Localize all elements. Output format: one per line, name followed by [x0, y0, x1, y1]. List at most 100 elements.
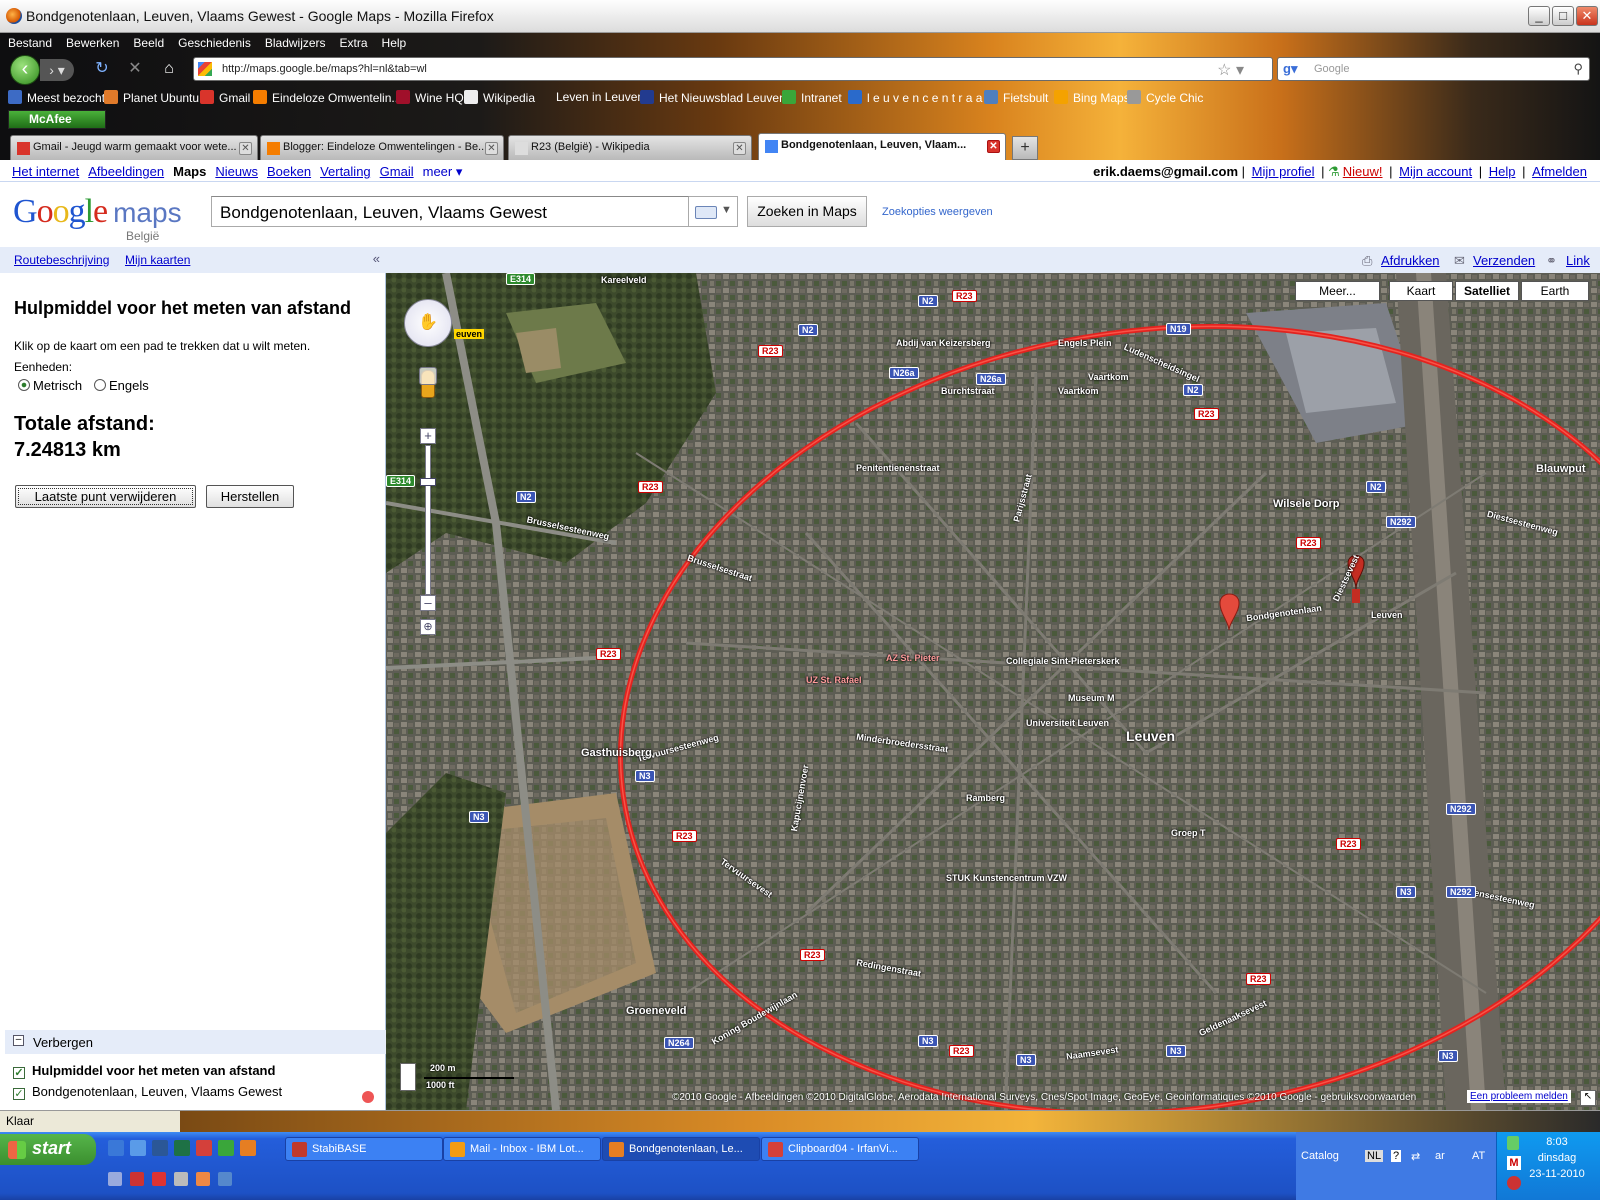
collapse-sidebar-icon[interactable]: «: [373, 251, 380, 266]
task-firefox[interactable]: Bondgenotenlaan, Le...: [602, 1137, 760, 1161]
gbar-het-internet[interactable]: Het internet: [12, 164, 79, 179]
zoom-in-button[interactable]: +: [420, 428, 436, 444]
report-problem-link[interactable]: Een probleem melden: [1467, 1090, 1571, 1103]
maximize-button[interactable]: □: [1552, 6, 1574, 26]
gbar-gmail[interactable]: Gmail: [380, 164, 414, 179]
new-tab-button[interactable]: +: [1012, 136, 1038, 160]
close-button[interactable]: ✕: [1576, 6, 1598, 26]
bookmark-star-icon[interactable]: ☆ ▾: [1217, 60, 1244, 80]
menu-beeld[interactable]: Beeld: [125, 33, 170, 50]
map-type-kaart[interactable]: Kaart: [1389, 281, 1453, 301]
input-mode-indicator[interactable]: AT: [1472, 1150, 1485, 1162]
link-icon[interactable]: ⚭: [1546, 253, 1557, 269]
close-tab-icon[interactable]: ✕: [485, 142, 498, 155]
keyboard-selector[interactable]: ▼: [689, 196, 738, 227]
start-button[interactable]: start: [0, 1134, 96, 1165]
satellite-map[interactable]: Kareelveld Abdij van Keizersberg Engels …: [386, 273, 1600, 1110]
bookmark-nieuwsblad[interactable]: Het Nieuwsblad Leuven: [640, 90, 786, 105]
google-search-icon[interactable]: g▾: [1283, 61, 1297, 77]
radio-engels[interactable]: Engels: [94, 378, 149, 393]
zoom-box-icon[interactable]: ⊕: [420, 619, 436, 635]
map-type-earth[interactable]: Earth: [1521, 281, 1589, 301]
gbar-afbeeldingen[interactable]: Afbeeldingen: [88, 164, 164, 179]
close-tab-icon[interactable]: ✕: [239, 142, 252, 155]
search-bar[interactable]: g▾ Google ⚲: [1277, 57, 1590, 81]
tool-icon[interactable]: [196, 1172, 210, 1186]
link-help[interactable]: Help: [1489, 164, 1516, 179]
gbar-meer[interactable]: meer ▾: [423, 164, 463, 179]
tab-gmail[interactable]: Gmail - Jeugd warm gemaakt voor wete... ✕: [10, 135, 258, 160]
layer-bondgenotenlaan[interactable]: ✓ Bondgenotenlaan, Leuven, Vlaams Gewest: [13, 1084, 282, 1100]
tool-icon[interactable]: [152, 1172, 166, 1186]
link-nieuw[interactable]: Nieuw!: [1343, 164, 1383, 179]
link-mijn-profiel[interactable]: Mijn profiel: [1252, 164, 1315, 179]
menu-geschiedenis[interactable]: Geschiedenis: [170, 33, 257, 50]
menu-extra[interactable]: Extra: [332, 33, 374, 50]
excel-icon[interactable]: [174, 1140, 190, 1156]
task-lotus-mail[interactable]: Mail - Inbox - IBM Lot...: [443, 1137, 601, 1161]
layer-measure-tool[interactable]: ✓ Hulpmiddel voor het meten van afstand: [13, 1063, 275, 1079]
search-options-link[interactable]: Zoekopties weergeven: [882, 206, 993, 218]
link-verzenden[interactable]: Verzenden: [1473, 253, 1535, 268]
tool-icon[interactable]: [218, 1172, 232, 1186]
checkbox-checked-icon[interactable]: ✓: [13, 1088, 25, 1100]
map-type-more[interactable]: Meer...: [1295, 281, 1380, 301]
link-link[interactable]: Link: [1566, 253, 1590, 268]
map-type-satelliet[interactable]: Satelliet: [1455, 281, 1519, 301]
firefox-quicklaunch-icon[interactable]: [240, 1140, 256, 1156]
bookmark-fietsbult[interactable]: Fietsbult: [984, 90, 1048, 105]
task-stabibase[interactable]: StabiBASE: [285, 1137, 443, 1161]
google-maps-logo[interactable]: Google maps België: [13, 193, 182, 243]
search-icon[interactable]: ⚲: [1573, 61, 1583, 77]
tab-wikipedia[interactable]: R23 (België) - Wikipedia ✕: [508, 135, 752, 160]
link-mijn-kaarten[interactable]: Mijn kaarten: [125, 253, 190, 267]
layers-header[interactable]: – Verbergen: [5, 1030, 386, 1054]
bookmark-bing-maps[interactable]: Bing Maps: [1054, 90, 1130, 105]
clock-date[interactable]: 23-11-2010: [1513, 1168, 1600, 1180]
ie-icon[interactable]: [108, 1140, 124, 1156]
keyboard-layout-indicator[interactable]: ar: [1435, 1150, 1445, 1162]
url-bar[interactable]: http://maps.google.be/maps?hl=nl&tab=wl …: [193, 57, 1273, 81]
menu-help[interactable]: Help: [374, 33, 413, 50]
word-icon[interactable]: [152, 1140, 168, 1156]
bookmark-planet-ubuntu[interactable]: Planet Ubuntu: [104, 90, 199, 105]
collapse-icon[interactable]: –: [13, 1035, 24, 1046]
help-icon[interactable]: ?: [1391, 1150, 1402, 1162]
gbar-vertaling[interactable]: Vertaling: [320, 164, 371, 179]
task-irfanview[interactable]: Clipboard04 - IrfanVi...: [761, 1137, 919, 1161]
search-maps-button[interactable]: Zoeken in Maps: [747, 196, 867, 227]
clock-time[interactable]: 8:03: [1513, 1136, 1600, 1148]
overview-toggle-icon[interactable]: [400, 1063, 416, 1091]
zoom-slider-track[interactable]: [425, 445, 431, 595]
zoom-slider-handle[interactable]: [420, 478, 436, 486]
catalog-label[interactable]: Catalog: [1301, 1150, 1339, 1162]
checkbox-checked-icon[interactable]: ✓: [13, 1067, 25, 1079]
bookmark-cycle-chic[interactable]: Cycle Chic: [1127, 90, 1203, 105]
bookmark-leven-in-leuven[interactable]: Leven in Leuven: [556, 90, 644, 104]
link-afdrukken[interactable]: Afdrukken: [1381, 253, 1440, 268]
pan-control[interactable]: ✋: [404, 299, 452, 347]
tool-icon[interactable]: [108, 1172, 122, 1186]
street-view-button[interactable]: [419, 367, 437, 385]
maps-search-input[interactable]: Bondgenotenlaan, Leuven, Vlaams Gewest: [211, 196, 689, 227]
remove-last-point-button[interactable]: Laatste punt verwijderen: [15, 485, 196, 508]
mcafee-button[interactable]: McAfee: [8, 110, 106, 129]
bookmark-wine-hq[interactable]: Wine HQ: [396, 90, 464, 105]
reset-button[interactable]: Herstellen: [206, 485, 294, 508]
close-tab-icon[interactable]: ✕: [987, 140, 1000, 153]
bookmark-leuvencentraal[interactable]: l e u v e n c e n t r a a l: [848, 90, 988, 105]
tool-icon[interactable]: [174, 1172, 188, 1186]
stop-icon[interactable]: ✕: [126, 60, 144, 78]
overview-expand-icon[interactable]: ↖: [1580, 1090, 1596, 1106]
minimize-button[interactable]: _: [1528, 6, 1550, 26]
app-icon[interactable]: [218, 1140, 234, 1156]
menu-bewerken[interactable]: Bewerken: [58, 33, 125, 50]
tab-blogger[interactable]: Blogger: Eindeloze Omwentelingen - Be...…: [260, 135, 504, 160]
explorer-icon[interactable]: [130, 1140, 146, 1156]
home-icon[interactable]: ⌂: [160, 60, 178, 78]
irfanview-icon[interactable]: [196, 1140, 212, 1156]
link-mijn-account[interactable]: Mijn account: [1399, 164, 1472, 179]
forward-arrow-icon[interactable]: › ▾: [40, 59, 74, 81]
zoom-out-button[interactable]: –: [420, 595, 436, 611]
print-icon[interactable]: ⎙: [1362, 253, 1372, 269]
